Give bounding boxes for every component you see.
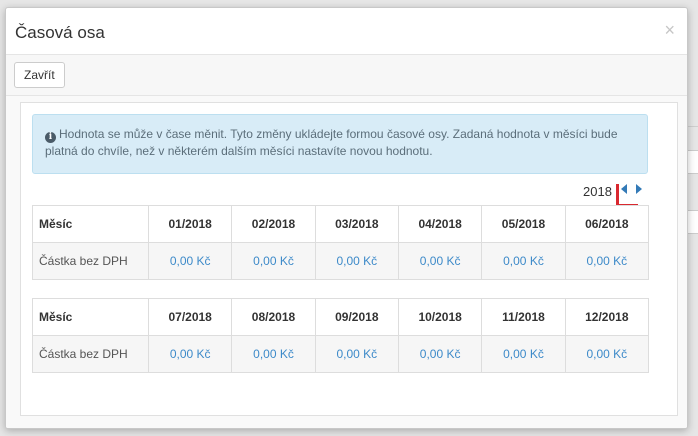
amount-value[interactable]: 0,00 Kč xyxy=(481,242,566,280)
amount-value[interactable]: 0,00 Kč xyxy=(564,335,650,373)
amount-value[interactable]: 0,00 Kč xyxy=(314,242,399,280)
modal-title: Časová osa xyxy=(15,23,105,42)
table-header-row: Měsíc 07/2018 08/2018 09/2018 10/2018 11… xyxy=(32,298,650,336)
amount-row-label: Částka bez DPH xyxy=(32,242,149,280)
alert-text: Hodnota se může v čase měnit. Tyto změny… xyxy=(45,127,618,158)
info-alert: i Hodnota se může v čase měnit. Tyto změn… xyxy=(32,114,648,174)
amount-value[interactable]: 0,00 Kč xyxy=(564,242,650,280)
amount-value[interactable]: 0,00 Kč xyxy=(481,335,566,373)
year-label: 2018 xyxy=(583,184,612,199)
timeline-table-h1: Měsíc 01/2018 02/2018 03/2018 04/2018 05… xyxy=(32,205,650,280)
amount-value[interactable]: 0,00 Kč xyxy=(147,335,233,373)
month-header: 04/2018 xyxy=(397,205,483,243)
month-header-label: Měsíc xyxy=(32,298,149,336)
amount-row-label: Částka bez DPH xyxy=(32,335,149,373)
amount-value[interactable]: 0,00 Kč xyxy=(397,242,483,280)
amount-value[interactable]: 0,00 Kč xyxy=(147,242,233,280)
close-icon[interactable]: × xyxy=(664,21,675,39)
caret-left-icon[interactable] xyxy=(621,184,627,194)
amount-value[interactable]: 0,00 Kč xyxy=(314,335,399,373)
month-header: 10/2018 xyxy=(397,298,483,336)
month-header: 05/2018 xyxy=(481,205,566,243)
month-header: 06/2018 xyxy=(564,205,650,243)
timeline-table-h2: Měsíc 07/2018 08/2018 09/2018 10/2018 11… xyxy=(32,298,650,373)
month-header: 12/2018 xyxy=(564,298,650,336)
table-row: Částka bez DPH 0,00 Kč 0,00 Kč 0,00 Kč 0… xyxy=(32,335,650,373)
month-header: 09/2018 xyxy=(314,298,399,336)
month-header: 03/2018 xyxy=(314,205,399,243)
month-header: 08/2018 xyxy=(231,298,316,336)
caret-right-icon[interactable] xyxy=(636,184,642,194)
table-row: Částka bez DPH 0,00 Kč 0,00 Kč 0,00 Kč 0… xyxy=(32,242,650,280)
month-header: 02/2018 xyxy=(231,205,316,243)
month-header: 11/2018 xyxy=(481,298,566,336)
month-header: 07/2018 xyxy=(147,298,233,336)
amount-value[interactable]: 0,00 Kč xyxy=(231,335,316,373)
modal-header: Časová osa × xyxy=(6,8,687,55)
info-circle-icon: i xyxy=(45,132,56,143)
modal-toolbar: Zavřít xyxy=(6,55,687,96)
month-header-label: Měsíc xyxy=(32,205,149,243)
amount-value[interactable]: 0,00 Kč xyxy=(397,335,483,373)
table-header-row: Měsíc 01/2018 02/2018 03/2018 04/2018 05… xyxy=(32,205,650,243)
close-button[interactable]: Zavřít xyxy=(14,62,65,88)
amount-value[interactable]: 0,00 Kč xyxy=(231,242,316,280)
month-header: 01/2018 xyxy=(147,205,233,243)
